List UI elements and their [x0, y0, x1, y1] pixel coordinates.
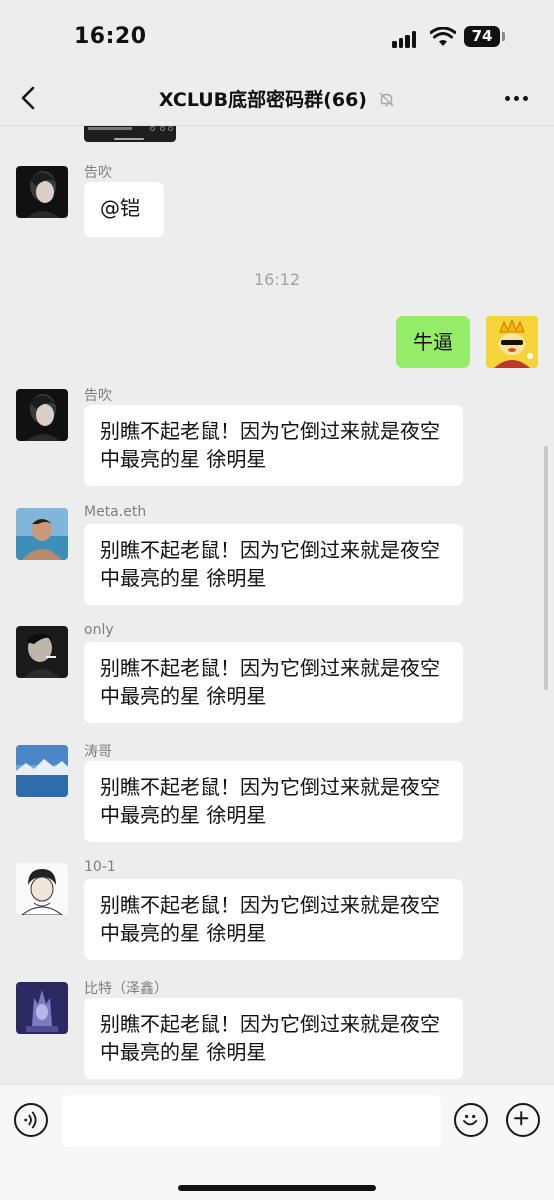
cellular-signal-icon: [392, 30, 418, 48]
wifi-icon: [430, 27, 456, 46]
self-message-bubble[interactable]: 牛逼: [396, 316, 470, 368]
voice-icon[interactable]: [14, 1103, 48, 1137]
avatar[interactable]: [16, 389, 68, 441]
self-avatar[interactable]: [486, 316, 538, 368]
chat-header: XCLUB底部密码群(66): [0, 70, 554, 126]
sender-name: 10-1: [84, 859, 116, 875]
scrollbar[interactable]: [544, 446, 548, 690]
plus-icon[interactable]: [506, 1103, 540, 1137]
input-bar: [0, 1084, 554, 1200]
message-bubble[interactable]: 别瞧不起老鼠！因为它倒过来就是夜空中最亮的星 徐明星: [84, 998, 463, 1079]
message-bubble[interactable]: 别瞧不起老鼠！因为它倒过来就是夜空中最亮的星 徐明星: [84, 761, 463, 842]
sender-name: 涛哥: [84, 744, 112, 760]
avatar[interactable]: [16, 508, 68, 560]
sender-name: 告吹: [84, 165, 112, 181]
message-bubble[interactable]: 别瞧不起老鼠！因为它倒过来就是夜空中最亮的星 徐明星: [84, 405, 463, 486]
emoji-icon[interactable]: [454, 1103, 488, 1137]
status-time: 16:20: [74, 24, 147, 49]
time-divider: 16:12: [253, 270, 301, 289]
sender-name: 告吹: [84, 388, 112, 404]
more-dots-icon[interactable]: [503, 94, 533, 104]
avatar[interactable]: [16, 626, 68, 678]
message-bubble[interactable]: 别瞧不起老鼠！因为它倒过来就是夜空中最亮的星 徐明星: [84, 524, 463, 605]
sender-name: 比特（泽鑫）: [84, 981, 168, 997]
previous-image-message[interactable]: [84, 126, 176, 142]
message-bubble[interactable]: @铠: [84, 182, 164, 237]
message-bubble[interactable]: 别瞧不起老鼠！因为它倒过来就是夜空中最亮的星 徐明星: [84, 879, 463, 960]
chat-message-list[interactable]: 告吹 @铠 16:12 牛逼 告吹 别瞧不起老鼠！因为它倒过来就是夜空中最亮的星…: [0, 126, 554, 1084]
avatar[interactable]: [16, 166, 68, 218]
avatar[interactable]: [16, 982, 68, 1034]
message-input[interactable]: [62, 1095, 441, 1147]
bell-off-icon: [379, 92, 394, 107]
battery-icon: 74: [464, 26, 500, 47]
battery-tip: [502, 32, 505, 41]
status-bar: 16:20 74: [0, 0, 554, 70]
message-bubble[interactable]: 别瞧不起老鼠！因为它倒过来就是夜空中最亮的星 徐明星: [84, 642, 463, 723]
sender-name: Meta.eth: [84, 504, 147, 520]
home-indicator: [178, 1185, 376, 1191]
avatar[interactable]: [16, 745, 68, 797]
avatar[interactable]: [16, 863, 68, 915]
sender-name: only: [84, 622, 114, 638]
chat-title-wrap: XCLUB底部密码群(66): [0, 85, 554, 112]
chat-title[interactable]: XCLUB底部密码群(66): [159, 89, 367, 111]
